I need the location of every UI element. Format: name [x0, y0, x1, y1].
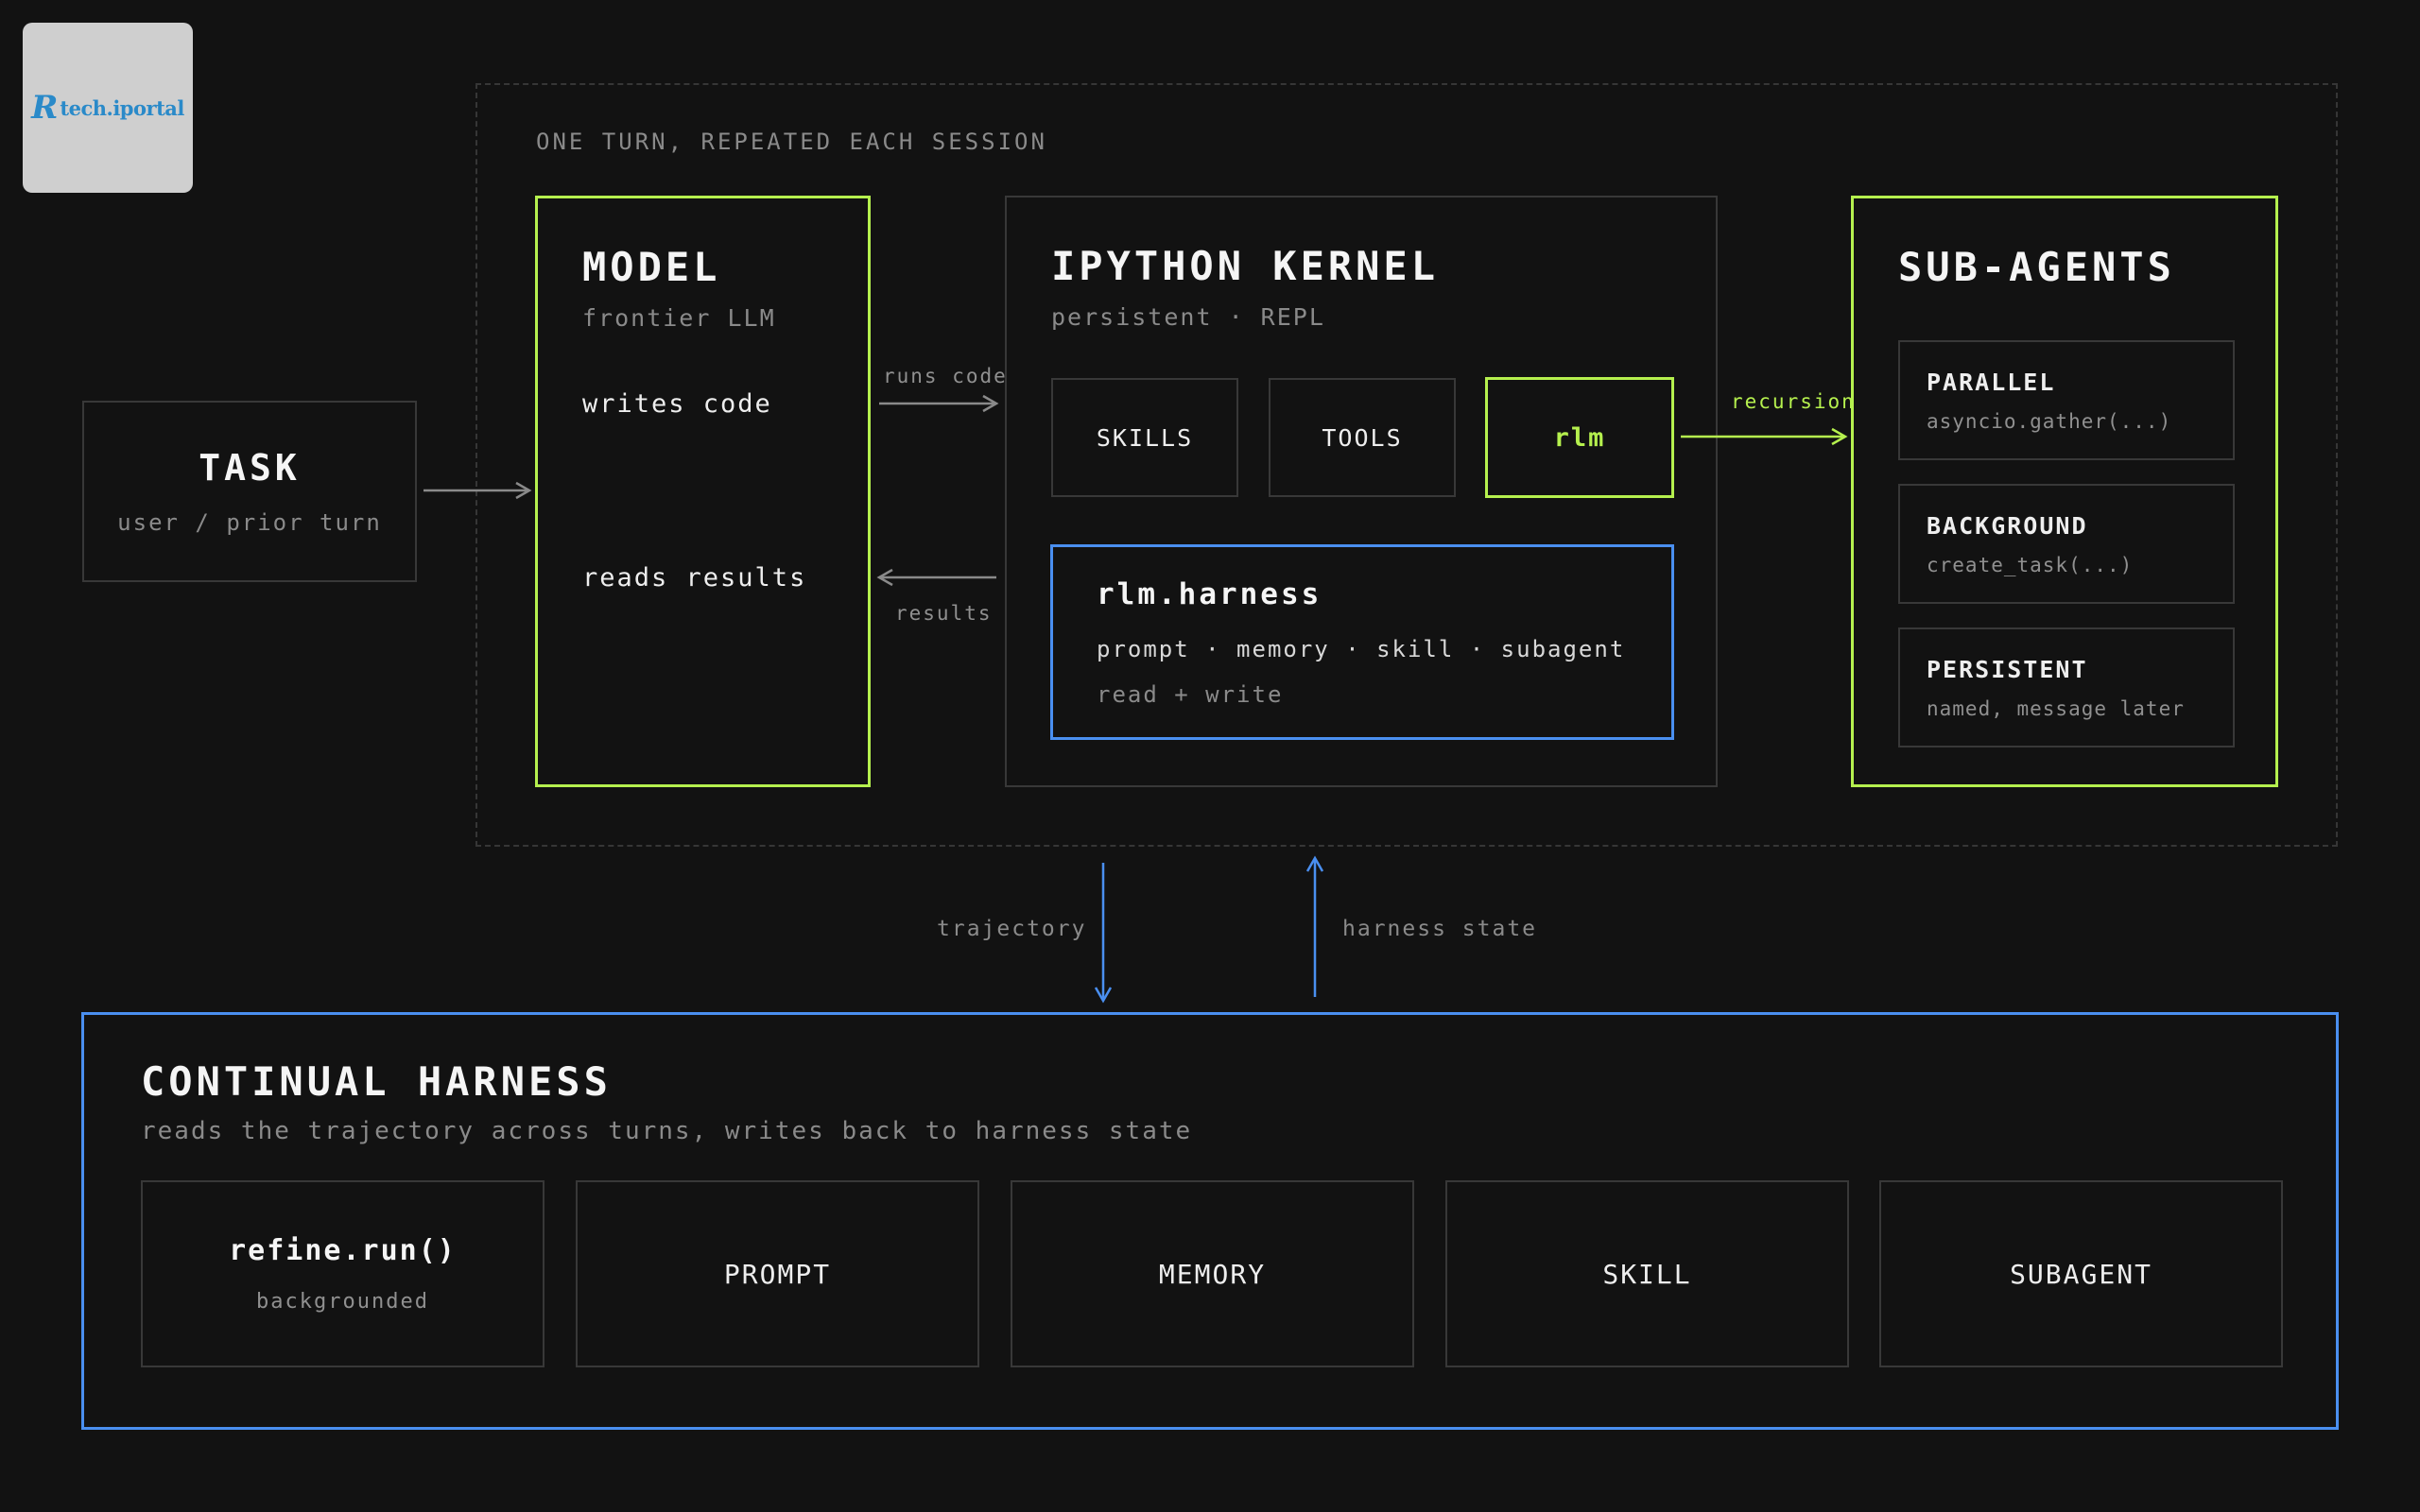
arrow-recursion [1681, 427, 1848, 446]
arrow-results [876, 568, 996, 587]
arrow-task-to-model [424, 481, 532, 500]
arrow-runs-code [879, 394, 999, 413]
connector-layer [424, 394, 1848, 1004]
arrow-harness-state [1305, 855, 1324, 997]
arrow-trajectory [1094, 863, 1113, 1004]
